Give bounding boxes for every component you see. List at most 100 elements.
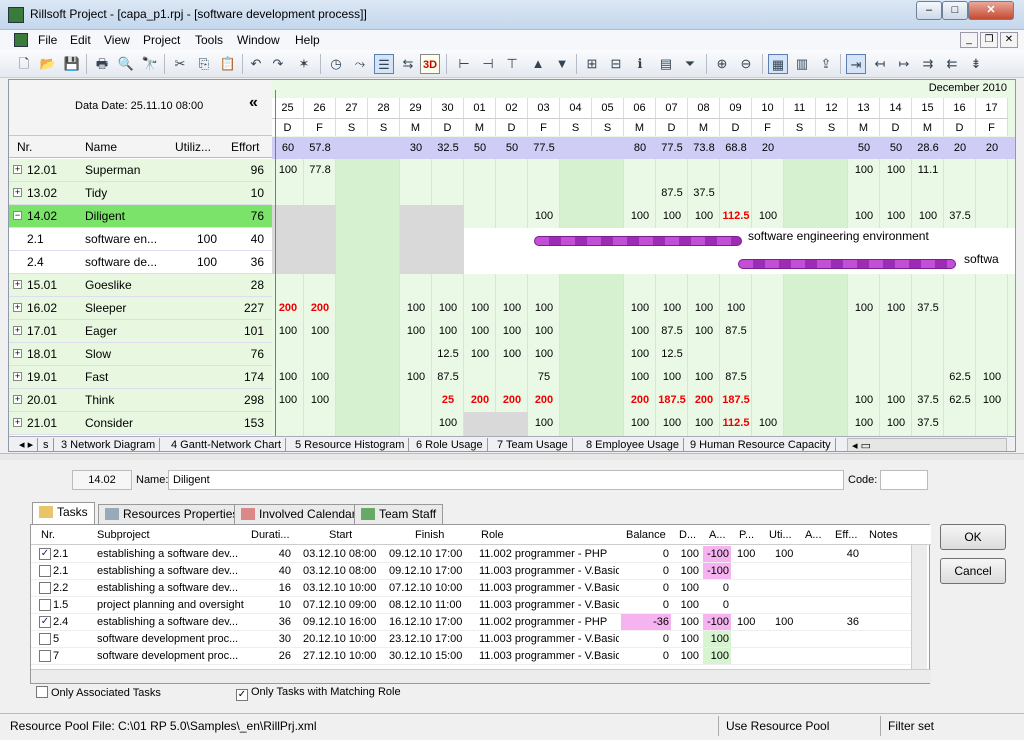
export-icon[interactable]: ⇪: [816, 54, 836, 74]
col-a[interactable]: A...: [709, 529, 726, 541]
tab-tasks[interactable]: Tasks: [32, 502, 95, 525]
tab-resources-properties[interactable]: Resources Properties: [98, 504, 246, 524]
expand-toggle-icon[interactable]: +: [13, 326, 22, 335]
resource-row[interactable]: −14.02 Diligent 76: [9, 205, 272, 228]
outdent-icon[interactable]: ⊢: [454, 54, 474, 74]
find-icon[interactable]: 🔭: [140, 54, 160, 74]
tab-team-staff[interactable]: Team Staff: [354, 504, 444, 524]
zoom-in-icon[interactable]: ⊕: [712, 54, 732, 74]
col-util-header[interactable]: Utiliz...: [175, 140, 211, 154]
expand-toggle-icon[interactable]: +: [13, 280, 22, 289]
layout-grid-icon[interactable]: ▥: [792, 54, 812, 74]
print-preview-icon[interactable]: 🔍: [116, 54, 136, 74]
task-row[interactable]: 7 software development proc... 26 27.12.…: [31, 648, 911, 665]
move-up-icon[interactable]: ▲: [528, 54, 548, 74]
resource-row[interactable]: +20.01 Think 298: [9, 389, 272, 412]
col-duration[interactable]: Durati...: [251, 529, 290, 541]
gantt-bar-engineering[interactable]: [534, 236, 742, 246]
col-a2[interactable]: A...: [805, 529, 822, 541]
tab-employee-usage[interactable]: 8 Employee Usage: [582, 438, 684, 451]
mdi-minimize-button[interactable]: _: [960, 32, 978, 48]
shift-left-icon[interactable]: ⇇: [942, 54, 962, 74]
resource-row[interactable]: +18.01 Slow 76: [9, 343, 272, 366]
redo-icon[interactable]: ↷: [268, 54, 288, 74]
milestone-icon[interactable]: ⇟: [966, 54, 986, 74]
col-eff[interactable]: Eff...: [835, 529, 857, 541]
level-resources-icon[interactable]: ☰: [374, 54, 394, 74]
task-info-icon[interactable]: ℹ: [630, 54, 650, 74]
task-checkbox[interactable]: ✓: [39, 616, 51, 628]
menu-edit[interactable]: Edit: [70, 33, 91, 47]
mdi-restore-button[interactable]: ❐: [980, 32, 998, 48]
resource-row[interactable]: +13.02 Tidy 10: [9, 182, 272, 205]
menu-tools[interactable]: Tools: [195, 33, 223, 47]
task-row[interactable]: 2.1 establishing a software dev... 40 03…: [31, 563, 911, 580]
resource-row[interactable]: +15.01 Goeslike 28: [9, 274, 272, 297]
tasks-horizontal-scrollbar[interactable]: [31, 669, 931, 683]
resource-row[interactable]: 2.4 software de... 100 36: [9, 251, 272, 274]
col-nr[interactable]: Nr.: [41, 529, 55, 541]
delete-task-icon[interactable]: ⊟: [606, 54, 626, 74]
layout-split-icon[interactable]: ▦: [768, 54, 788, 74]
menu-help[interactable]: Help: [295, 33, 320, 47]
resource-row[interactable]: +12.01 Superman 96: [9, 159, 272, 182]
copy-icon[interactable]: ⎘: [194, 54, 214, 74]
horizontal-scrollbar[interactable]: ◂ ▭: [847, 438, 1007, 451]
app-icon[interactable]: [8, 7, 24, 23]
col-name-header[interactable]: Name: [85, 140, 117, 154]
col-effort-header[interactable]: Effort: [231, 140, 259, 154]
print-icon[interactable]: 🖶: [92, 54, 112, 74]
expand-toggle-icon[interactable]: +: [13, 395, 22, 404]
task-checkbox[interactable]: ✓: [39, 548, 51, 560]
tab-network-diagram[interactable]: 3 Network Diagram: [57, 438, 161, 451]
resource-row[interactable]: 2.1 software en... 100 40: [9, 228, 272, 251]
resource-row[interactable]: +19.01 Fast 174: [9, 366, 272, 389]
task-row[interactable]: 5 software development proc... 30 20.12.…: [31, 631, 911, 648]
schedule-icon[interactable]: ◷: [326, 54, 346, 74]
minimize-button[interactable]: –: [916, 1, 942, 20]
expand-toggle-icon[interactable]: +: [13, 188, 22, 197]
col-subproject[interactable]: Subproject: [97, 529, 150, 541]
copy-format-icon[interactable]: ▤: [656, 54, 676, 74]
expand-toggle-icon[interactable]: +: [13, 165, 22, 174]
critical-path-icon[interactable]: ⇥: [846, 54, 866, 74]
col-balance[interactable]: Balance: [626, 529, 666, 541]
expand-toggle-icon[interactable]: −: [13, 211, 22, 220]
link-tasks-icon[interactable]: ⤳: [350, 54, 370, 74]
tab-s[interactable]: s: [39, 438, 54, 451]
gantt-bar-development[interactable]: [738, 259, 956, 269]
tab-resource-histogram[interactable]: 5 Resource Histogram: [291, 438, 410, 451]
checkbox-box[interactable]: [36, 686, 48, 698]
resource-row[interactable]: +16.02 Sleeper 227: [9, 297, 272, 320]
close-button[interactable]: ✕: [968, 1, 1014, 20]
task-checkbox[interactable]: [39, 599, 51, 611]
menu-window[interactable]: Window: [237, 33, 280, 47]
name-field[interactable]: Diligent: [168, 470, 844, 490]
open-folder-icon[interactable]: 📂: [38, 54, 58, 74]
tab-role-usage[interactable]: 6 Role Usage: [412, 438, 488, 451]
task-row[interactable]: 2.2 establishing a software dev... 16 03…: [31, 580, 911, 597]
col-notes[interactable]: Notes: [869, 529, 898, 541]
task-checkbox[interactable]: [39, 633, 51, 645]
code-field[interactable]: [880, 470, 928, 490]
subtask-icon[interactable]: ⊤: [502, 54, 522, 74]
tab-nav-left[interactable]: ◂ ▸: [15, 438, 39, 451]
pane-splitter[interactable]: [0, 453, 1024, 460]
checkbox-box[interactable]: ✓: [236, 689, 248, 701]
col-nr-header[interactable]: Nr.: [17, 140, 32, 154]
indent-icon[interactable]: ⊣: [478, 54, 498, 74]
zoom-out-icon[interactable]: ⊖: [736, 54, 756, 74]
insert-task-icon[interactable]: ⊞: [582, 54, 602, 74]
tab-human-resource-capacity[interactable]: 9 Human Resource Capacity: [686, 438, 836, 451]
new-file-icon[interactable]: 🗋: [14, 54, 34, 74]
move-down-icon[interactable]: ▼: [552, 54, 572, 74]
resource-row[interactable]: +17.01 Eager 101: [9, 320, 272, 343]
only-associated-checkbox[interactable]: Only Associated Tasks: [36, 686, 161, 699]
3d-view-button[interactable]: 3D: [420, 54, 440, 74]
tab-involved-calendar[interactable]: Involved Calendar: [234, 504, 363, 524]
expand-toggle-icon[interactable]: +: [13, 418, 22, 427]
col-finish[interactable]: Finish: [415, 529, 444, 541]
mdi-close-button[interactable]: ✕: [1000, 32, 1018, 48]
task-row[interactable]: 1.5 project planning and oversight 10 07…: [31, 597, 911, 614]
col-role[interactable]: Role: [481, 529, 504, 541]
